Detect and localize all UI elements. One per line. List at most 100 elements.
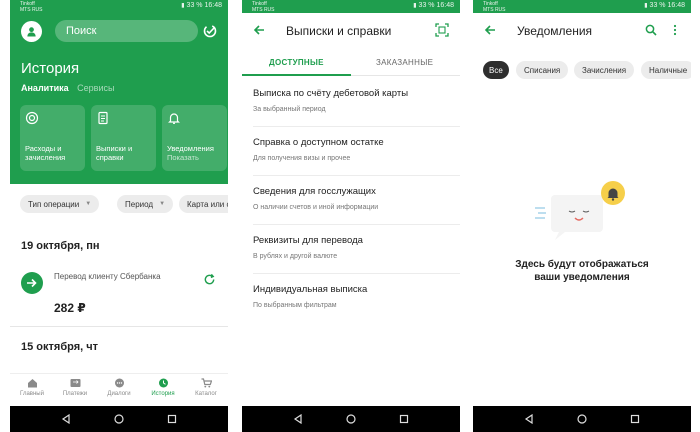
item-subtitle: О наличии счетов и иной информации	[253, 204, 379, 211]
notifications-screen: Tinkoff MTS RUS ▮ 33 % 16:48 Уведомления В…	[473, 0, 691, 432]
status-bar: Tinkoff MTS RUS ▮ 33 % 16:48	[473, 0, 691, 13]
transfer-icon	[70, 379, 80, 387]
signal-icon: ▮	[181, 3, 185, 9]
item-subtitle: Для получения визы и прочее	[253, 155, 351, 162]
chip-credits[interactable]: Зачисления	[574, 61, 635, 79]
statements-screen: Tinkoff MTS RUS ▮ 33 % 16:48 Выписки и спр…	[242, 0, 460, 432]
sber-logo-icon[interactable]	[203, 24, 217, 38]
nav-payments[interactable]: Платежи	[53, 378, 97, 397]
tile-label: Уведомления	[167, 144, 214, 153]
tab-ordered[interactable]: ЗАКАЗАННЫЕ	[376, 58, 433, 67]
home-circle-icon[interactable]	[577, 414, 587, 424]
home-circle-icon[interactable]	[114, 414, 124, 424]
chip-label: Период	[125, 199, 154, 209]
tile-notifications[interactable]: Уведомления Показать	[162, 105, 227, 171]
recents-square-icon[interactable]	[167, 414, 177, 424]
home-circle-icon[interactable]	[346, 414, 356, 424]
search-icon[interactable]	[645, 24, 657, 36]
chip-all[interactable]: Все	[483, 61, 509, 79]
tile-statements[interactable]: Выписки и справки	[91, 105, 156, 171]
list-item[interactable]: Сведения для госслужащих О наличии счето…	[253, 176, 460, 225]
nav-label: Платежи	[62, 391, 88, 397]
notification-filter-chips: Все Списания Зачисления Наличные	[483, 61, 691, 79]
back-arrow-icon[interactable]	[484, 24, 496, 36]
clock-icon	[158, 378, 168, 388]
back-arrow-icon[interactable]	[253, 24, 265, 36]
chip-label: Списания	[524, 65, 561, 75]
arrow-right-icon	[27, 278, 37, 288]
empty-notifications-illustration	[535, 181, 625, 240]
repeat-icon[interactable]	[203, 273, 216, 286]
system-navigation-bar	[242, 406, 460, 432]
filter-operation-type[interactable]: Тип операции ▼	[20, 195, 100, 213]
nav-label: Диалоги	[107, 391, 131, 397]
status-bar: Tinkoff MTS RUS ▮ 33 % 16:48	[242, 0, 460, 13]
search-placeholder: Поиск	[66, 25, 97, 37]
empty-state-line: Здесь будут отображаться	[515, 259, 649, 270]
chip-label: Зачисления	[582, 65, 627, 75]
item-title: Сведения для госслужащих	[253, 186, 376, 197]
recents-square-icon[interactable]	[630, 414, 640, 424]
item-title: Реквизиты для перевода	[253, 235, 363, 246]
filter-period[interactable]: Период ▼	[117, 195, 174, 213]
item-subtitle: За выбранный период	[253, 106, 326, 113]
more-vertical-icon[interactable]	[671, 24, 679, 36]
list-item[interactable]: Индивидуальная выписка По выбранным филь…	[253, 274, 460, 323]
nav-history[interactable]: История	[141, 378, 185, 397]
list-item[interactable]: Реквизиты для перевода В рублях и другой…	[253, 225, 460, 274]
tab-analytics[interactable]: Аналитика	[21, 83, 69, 93]
date-header: 19 октября, пн	[21, 240, 100, 252]
divider	[10, 326, 228, 327]
empty-state-line: ваши уведомления	[534, 272, 630, 283]
transaction-amount: 282 ₽	[54, 301, 86, 315]
back-triangle-icon[interactable]	[524, 414, 534, 424]
item-title: Индивидуальная выписка	[253, 284, 368, 295]
system-navigation-bar	[473, 406, 691, 432]
nav-catalog[interactable]: Каталог	[184, 378, 228, 397]
back-triangle-icon[interactable]	[293, 414, 303, 424]
tile-expenses[interactable]: Расходы и зачисления	[20, 105, 85, 171]
operator-label-2: MTS RUS	[252, 7, 275, 13]
clock: 16:48	[204, 2, 222, 9]
quick-tiles: Расходы и зачисления Выписки и справки У…	[20, 105, 228, 171]
item-title: Выписка по счёту дебетовой карты	[253, 88, 409, 99]
history-tabs: Аналитика Сервисы	[21, 83, 114, 93]
nav-label: История	[151, 391, 175, 397]
status-bar: Tinkoff MTS RUS ▮ 33 % 16:48	[10, 0, 228, 13]
transaction-name[interactable]: Перевод клиенту Сбербанка	[54, 272, 161, 281]
transfer-icon	[21, 272, 43, 294]
signal-icon: ▮	[413, 3, 417, 9]
tab-services[interactable]: Сервисы	[77, 83, 114, 93]
item-title: Справка о доступном остатке	[253, 137, 384, 148]
back-triangle-icon[interactable]	[61, 414, 71, 424]
clock: 16:48	[436, 2, 454, 9]
list-item[interactable]: Выписка по счёту дебетовой карты За выбр…	[253, 78, 460, 127]
nav-home[interactable]: Главный	[10, 378, 54, 397]
tile-label: Выписки и справки	[96, 144, 133, 162]
target-icon	[25, 111, 39, 125]
list-item[interactable]: Справка о доступном остатке Для получени…	[253, 127, 460, 176]
chat-icon	[114, 378, 124, 388]
chip-debits[interactable]: Списания	[516, 61, 569, 79]
battery-label: 33 %	[186, 2, 203, 9]
active-tab-indicator	[242, 74, 351, 76]
document-icon	[98, 111, 108, 125]
nav-dialogs[interactable]: Диалоги	[97, 378, 141, 397]
tab-available[interactable]: ДОСТУПНЫЕ	[269, 58, 324, 67]
operator-label-2: MTS RUS	[20, 7, 43, 13]
battery-label: 33 %	[418, 2, 435, 9]
filter-card[interactable]: Карта или сч	[179, 195, 228, 213]
operator-label-2: MTS RUS	[483, 7, 506, 13]
recents-square-icon[interactable]	[399, 414, 409, 424]
bell-icon	[168, 113, 180, 124]
profile-avatar[interactable]	[21, 21, 42, 42]
empty-state-message: Здесь будут отображаться ваши уведомлени…	[473, 258, 691, 284]
chevron-down-icon: ▼	[85, 201, 92, 207]
page-title: Уведомления	[517, 24, 593, 38]
scan-qr-icon[interactable]	[435, 23, 449, 37]
chip-cash[interactable]: Наличные	[641, 61, 691, 79]
search-input[interactable]: Поиск	[55, 20, 198, 42]
chevron-down-icon: ▼	[159, 201, 166, 207]
home-icon	[27, 379, 37, 388]
page-title: Выписки и справки	[286, 24, 392, 38]
